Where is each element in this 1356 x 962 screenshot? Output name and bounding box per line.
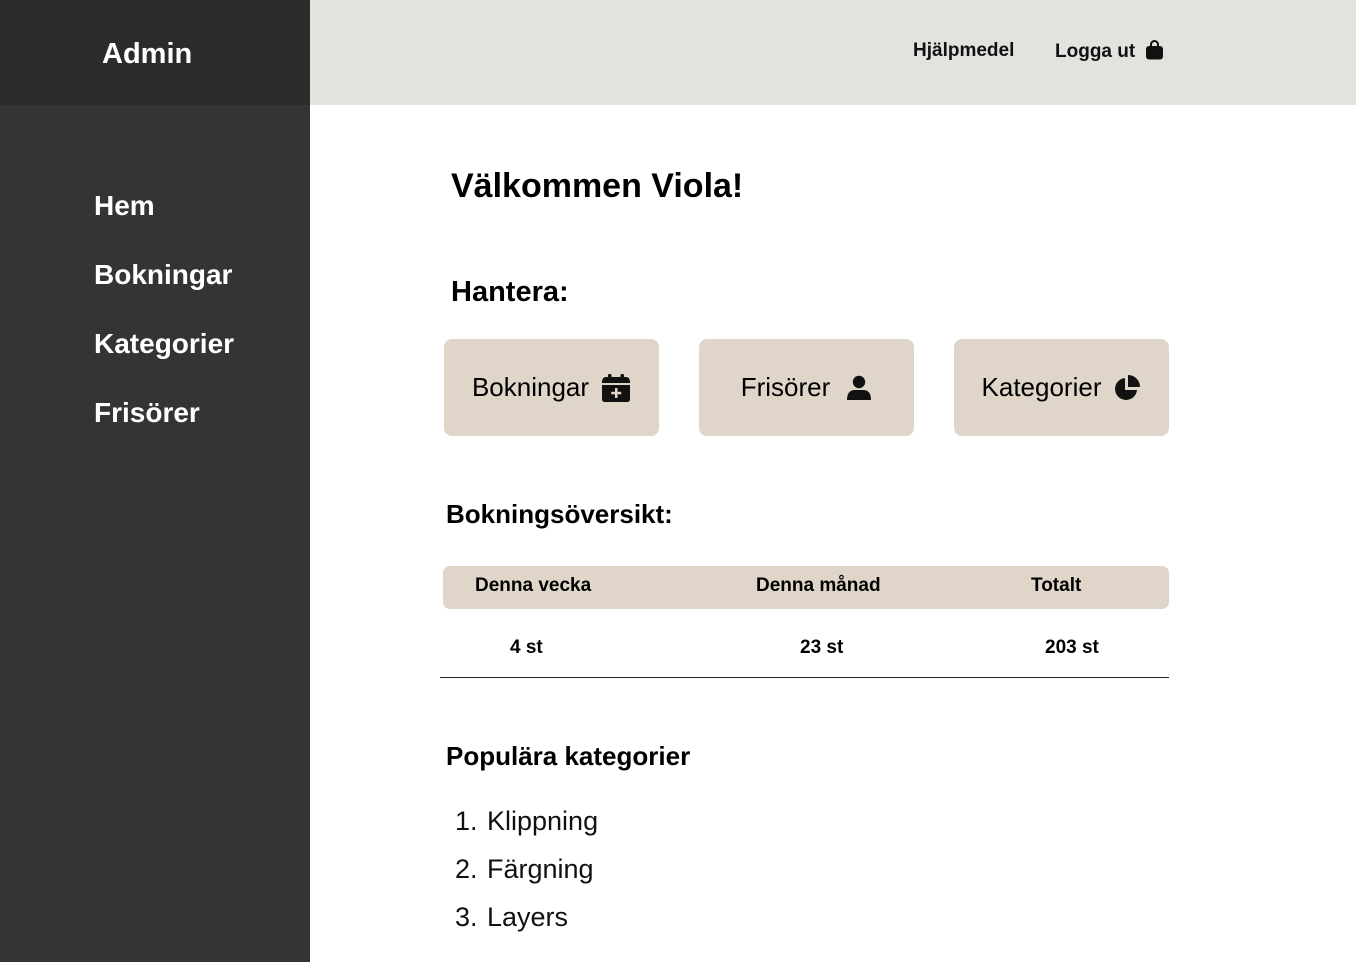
value-total: 203 st	[1045, 637, 1099, 658]
overview-table-header: Denna vecka Denna månad Totalt	[443, 566, 1169, 609]
manage-categories-label: Kategorier	[981, 372, 1102, 402]
list-label: Layers	[487, 902, 569, 932]
sidebar-item-hem[interactable]: Hem	[94, 190, 155, 222]
pie-chart-icon	[1113, 374, 1141, 402]
calendar-plus-icon	[601, 373, 631, 403]
sidebar-item-frisorer[interactable]: Frisörer	[94, 397, 200, 429]
value-this-week: 4 st	[510, 637, 543, 658]
list-number: 2.	[455, 854, 478, 884]
logout-label: Logga ut	[1055, 41, 1136, 62]
value-this-month: 23 st	[800, 637, 844, 658]
bag-icon	[1145, 40, 1164, 66]
brand-title: Admin	[102, 38, 193, 70]
user-icon	[846, 375, 872, 401]
help-link[interactable]: Hjälpmedel	[913, 40, 1014, 62]
sidebar: Admin Hem Bokningar Kategorier Frisörer	[0, 0, 310, 962]
logout-link[interactable]: Logga ut	[1055, 40, 1164, 66]
page-title: Välkommen Viola!	[451, 167, 744, 205]
list-item: 1. Klippning	[455, 806, 598, 837]
header-this-week: Denna vecka	[475, 575, 592, 596]
sidebar-item-kategorier[interactable]: Kategorier	[94, 328, 234, 360]
manage-hairdressers-button[interactable]: Frisörer	[699, 339, 914, 436]
manage-bookings-button[interactable]: Bokningar	[444, 339, 659, 436]
list-item: 2. Färgning	[455, 854, 594, 885]
table-divider	[440, 677, 1169, 678]
manage-bookings-label: Bokningar	[471, 372, 590, 402]
overview-heading: Bokningsöversikt:	[446, 499, 673, 529]
brand-bar: Admin	[0, 0, 310, 105]
popular-heading: Populära kategorier	[446, 741, 691, 771]
list-item: 3. Layers	[455, 902, 568, 933]
manage-hairdressers-label: Frisörer	[740, 372, 831, 402]
top-bar	[310, 0, 1356, 105]
list-label: Färgning	[487, 854, 594, 884]
sidebar-item-bokningar[interactable]: Bokningar	[94, 259, 232, 291]
list-number: 1.	[455, 806, 478, 836]
header-this-month: Denna månad	[756, 575, 881, 596]
list-number: 3.	[455, 902, 478, 932]
list-label: Klippning	[487, 806, 599, 836]
manage-heading: Hantera:	[451, 276, 569, 308]
manage-categories-button[interactable]: Kategorier	[954, 339, 1169, 436]
header-total: Totalt	[1031, 575, 1082, 596]
